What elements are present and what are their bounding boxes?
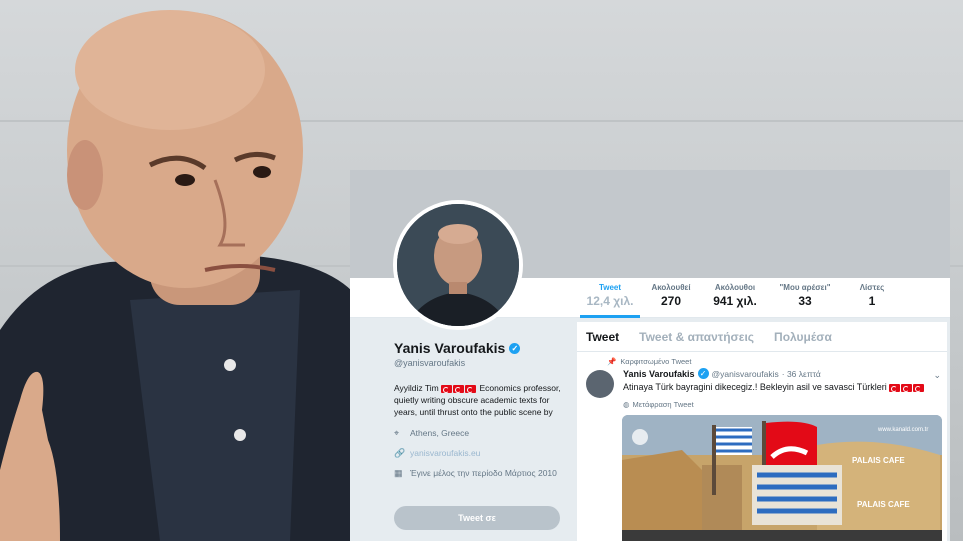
location-pin-icon: ⌖ (394, 428, 400, 438)
calendar-icon: ▦ (394, 468, 403, 478)
turkish-flag-icon (889, 383, 901, 392)
stat-label: Λίστες (859, 283, 885, 292)
stat-value: 33 (798, 294, 812, 308)
stat-followers[interactable]: Ακόλουθοι 941 χιλ. (702, 278, 768, 318)
turkish-flag-icon (465, 384, 477, 393)
media-sign: PALAIS CAFE (857, 500, 910, 509)
stat-value: 941 χιλ. (713, 294, 757, 308)
stat-likes[interactable]: "Μου αρέσει" 33 (770, 278, 840, 318)
stat-lists[interactable]: Λίστες 1 (842, 278, 902, 318)
avatar-photo (397, 204, 519, 326)
tweet-to-button[interactable]: Tweet σε (394, 506, 560, 530)
joined-text: Έγινε μέλος την περίοδο Μάρτιος 2010 (410, 468, 557, 478)
tweet-text-body: Atinaya Türk bayragini dikecegiz.! Bekle… (623, 382, 887, 392)
translate-tweet-link[interactable]: ◍ Μετάφραση Tweet (623, 400, 939, 409)
tweet-author-avatar[interactable] (586, 370, 614, 398)
pinned-indicator: 📌 Καρφιτσωμένο Tweet (577, 352, 947, 366)
twitter-profile-screenshot: Tweet 12,4 χιλ. Ακολουθεί 270 Ακόλουθοι … (350, 170, 950, 541)
profile-location: ⌖ Athens, Greece (394, 428, 564, 438)
stat-following[interactable]: Ακολουθεί 270 (642, 278, 700, 318)
profile-bio: Ayyildiz Tim Economics professor, quietl… (394, 382, 564, 418)
stat-value: 1 (868, 294, 876, 308)
pin-icon: 📌 (607, 357, 617, 366)
turkish-flag-icon (441, 384, 453, 393)
website-text[interactable]: yanisvaroufakis.eu (410, 448, 480, 458)
turkish-flag-icon (901, 383, 913, 392)
tweet-author-handle[interactable]: @yanisvaroufakis (712, 369, 779, 379)
verified-badge-icon: ✓ (697, 368, 709, 379)
bio-prefix: Ayyildiz Tim (394, 383, 439, 393)
profile-joined: ▦ Έγινε μέλος την περίοδο Μάρτιος 2010 (394, 468, 564, 478)
tab-tweets-and-replies[interactable]: Tweet & απαντήσεις (639, 330, 754, 344)
tweet-timeline: Tweet Tweet & απαντήσεις Πολυμέσα 📌 Καρφ… (577, 322, 947, 541)
location-text: Athens, Greece (410, 428, 470, 438)
chevron-down-icon[interactable]: ⌄ (933, 370, 941, 381)
translate-text: Μετάφραση Tweet (632, 400, 694, 409)
tweet-author-name[interactable]: Yanis Varoufakis (623, 369, 695, 379)
profile-handle[interactable]: @yanisvaroufakis (394, 358, 564, 368)
profile-name-text: Yanis Varoufakis (394, 340, 506, 356)
profile-website[interactable]: 🔗 yanisvaroufakis.eu (394, 448, 564, 458)
pinned-label: Καρφιτσωμένο Tweet (620, 357, 692, 366)
tweet-time[interactable]: · 36 λεπτά (782, 369, 821, 379)
verified-badge-icon: ✓ (509, 342, 521, 354)
flag-building-photo: www.kanald.com.tr PALAIS CAFE PALAIS CAF… (622, 415, 942, 541)
stat-value: 270 (660, 294, 682, 308)
stat-label: "Μου αρέσει" (779, 283, 831, 292)
tab-media[interactable]: Πολυμέσα (774, 330, 832, 344)
stat-label: Tweet (598, 283, 622, 292)
profile-avatar[interactable] (393, 200, 523, 330)
tweet-header: Yanis Varoufakis ✓ @yanisvaroufakis · 36… (623, 368, 939, 379)
stat-tweets[interactable]: Tweet 12,4 χιλ. (580, 278, 640, 318)
profile-card: Yanis Varoufakis ✓ @yanisvaroufakis Ayyi… (394, 340, 564, 478)
stat-value: 12,4 χιλ. (586, 294, 634, 308)
media-watermark: www.kanald.com.tr (877, 427, 928, 433)
globe-icon: ◍ (623, 400, 630, 409)
tweet-text: Atinaya Türk bayragini dikecegiz.! Bekle… (623, 382, 939, 392)
tab-tweets[interactable]: Tweet (586, 330, 619, 344)
turkish-flag-icon (453, 384, 465, 393)
man-portrait-image (0, 10, 360, 541)
timeline-tabs: Tweet Tweet & απαντήσεις Πολυμέσα (577, 322, 947, 352)
stat-label: Ακόλουθοι (714, 283, 756, 292)
link-icon: 🔗 (394, 448, 406, 458)
stat-label: Ακολουθεί (651, 283, 691, 292)
media-sign: PALAIS CAFE (852, 456, 905, 465)
turkish-flag-icon (913, 383, 925, 392)
tweet-media-image[interactable]: www.kanald.com.tr PALAIS CAFE PALAIS CAF… (622, 415, 942, 541)
profile-name[interactable]: Yanis Varoufakis ✓ (394, 340, 564, 356)
tweet-item[interactable]: Yanis Varoufakis ✓ @yanisvaroufakis · 36… (577, 366, 947, 409)
